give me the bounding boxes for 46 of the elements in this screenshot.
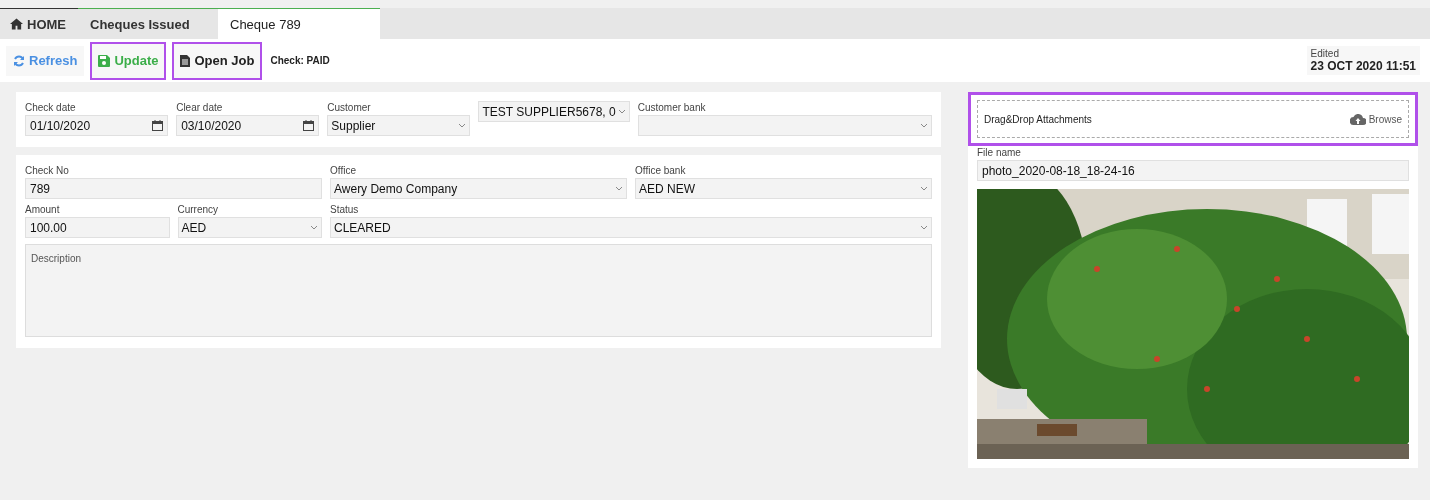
- drop-zone[interactable]: Drag&Drop Attachments Browse: [977, 100, 1409, 138]
- chevron-down-icon: [615, 186, 623, 191]
- field-label: Currency: [177, 203, 220, 217]
- field-label: Customer: [327, 101, 372, 115]
- save-icon: [98, 54, 111, 67]
- field-label: Status: [330, 203, 360, 217]
- home-icon: [10, 18, 23, 30]
- date-field[interactable]: 03/10/2020: [176, 115, 320, 136]
- date-field[interactable]: 01/10/2020: [25, 115, 169, 136]
- browse-button[interactable]: Browse: [1349, 113, 1402, 125]
- document-icon: [180, 54, 191, 67]
- chevron-down-icon: [920, 225, 928, 230]
- select-field[interactable]: Awery Demo Company: [330, 178, 627, 199]
- input-field[interactable]: 789: [25, 178, 322, 199]
- field-label: Office bank: [635, 164, 687, 178]
- drop-label: Drag&Drop Attachments: [984, 113, 1092, 125]
- field-label: Office: [330, 164, 357, 178]
- calendar-icon: [303, 120, 315, 131]
- tab[interactable]: Cheque 789: [218, 8, 380, 39]
- field-label: Check No: [25, 164, 70, 178]
- edited-date: 23 OCT 2020 11:51: [1310, 59, 1416, 73]
- chevron-down-icon: [310, 225, 318, 230]
- select-field[interactable]: AED NEW: [635, 178, 932, 199]
- select-field[interactable]: Supplier: [327, 115, 471, 136]
- check-status: Check: PAID: [270, 55, 330, 66]
- field-label: Customer bank: [637, 101, 707, 115]
- select-field[interactable]: CLEARED: [330, 217, 932, 238]
- calendar-icon: [152, 120, 164, 131]
- input-field[interactable]: 100.00: [25, 217, 170, 238]
- chevron-down-icon: [458, 123, 467, 128]
- chevron-down-icon: [920, 123, 928, 128]
- chevron-down-icon: [920, 186, 928, 191]
- edited-label: Edited: [1310, 48, 1340, 59]
- cloud-upload-icon: [1349, 113, 1366, 125]
- chevron-down-icon: [617, 109, 626, 114]
- field-label: Amount: [25, 203, 61, 217]
- field-label: File name: [977, 146, 1022, 160]
- select-field[interactable]: AED: [177, 217, 322, 238]
- description-field[interactable]: Description: [25, 244, 932, 337]
- toolbar-button[interactable]: Open Job: [172, 41, 263, 80]
- select-field[interactable]: TEST SUPPLIER5678, 0: [478, 101, 630, 122]
- refresh-icon: [13, 54, 25, 67]
- field-label: Check date: [25, 101, 77, 115]
- select-field[interactable]: [637, 115, 932, 136]
- field-label: Clear date: [176, 101, 224, 115]
- input-field[interactable]: photo_2020-08-18_18-24-16: [977, 160, 1409, 181]
